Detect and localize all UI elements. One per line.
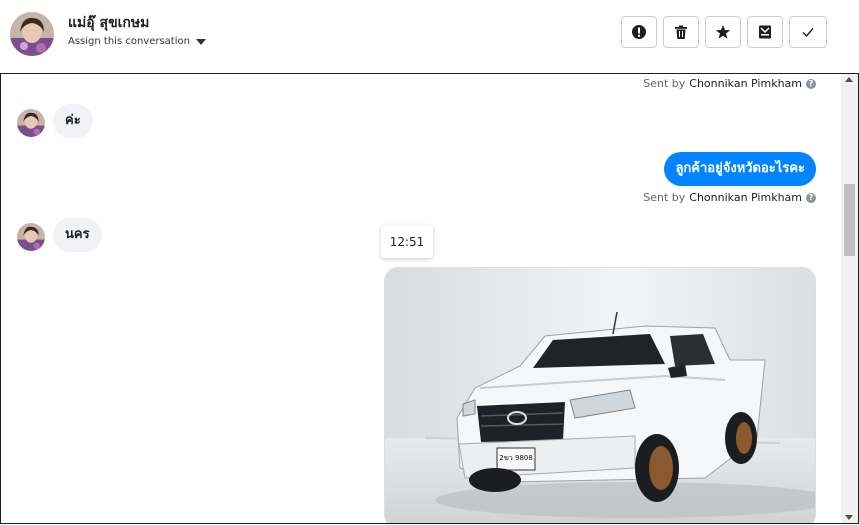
caret-down-icon [195, 38, 206, 45]
assign-conversation-dropdown[interactable]: Assign this conversation [68, 36, 206, 47]
star-button[interactable] [705, 16, 741, 48]
message-thread[interactable]: Sent by Chonnikan Pimkham ? ค่ะ ลูกค้าอย… [0, 73, 859, 524]
sent-by-attribution: Sent by Chonnikan Pimkham ? [643, 77, 816, 90]
message-timestamp-tooltip: 12:51 [381, 226, 433, 258]
conversation-header: แม่อุ๊ สุขเกษม Assign this conversation [0, 0, 859, 72]
contact-avatar-small [17, 223, 45, 251]
vertical-scrollbar[interactable] [841, 74, 858, 523]
archive-icon [759, 25, 771, 39]
svg-text:2ฆว 9808: 2ฆว 9808 [499, 454, 533, 462]
incoming-message[interactable]: ค่ะ [53, 104, 93, 138]
incoming-message[interactable]: นคร [53, 218, 102, 252]
sent-by-label: Sent by [643, 191, 686, 204]
mark-spam-button[interactable] [621, 16, 657, 48]
contact-name: แม่อุ๊ สุขเกษม [68, 15, 150, 31]
contact-avatar[interactable] [10, 12, 54, 56]
sent-by-attribution: Sent by Chonnikan Pimkham ? [643, 191, 816, 204]
scroll-up-arrow-icon[interactable] [845, 77, 853, 82]
help-icon[interactable]: ? [806, 192, 816, 203]
contact-avatar-small [17, 109, 45, 137]
image-attachment[interactable]: 2ฆว 9808 [384, 267, 816, 523]
archive-button[interactable] [747, 16, 783, 48]
scroll-down-arrow-icon[interactable] [845, 515, 853, 520]
sent-by-label: Sent by [643, 77, 686, 90]
scrollbar-thumb[interactable] [844, 184, 855, 256]
alert-icon [632, 25, 646, 39]
mark-done-button[interactable] [789, 16, 827, 48]
sent-by-agent-name: Chonnikan Pimkham [689, 191, 802, 204]
conversation-actions [621, 16, 827, 48]
sent-by-agent-name: Chonnikan Pimkham [689, 77, 802, 90]
check-icon [802, 28, 814, 38]
outgoing-message[interactable]: ลูกค้าอยู่จังหวัดอะไรคะ [664, 152, 816, 186]
trash-icon [675, 25, 687, 39]
help-icon[interactable]: ? [806, 78, 816, 89]
delete-button[interactable] [663, 16, 699, 48]
assign-label: Assign this conversation [68, 36, 190, 47]
pickup-truck-photo: 2ฆว 9808 [385, 268, 815, 523]
star-icon [715, 25, 731, 39]
